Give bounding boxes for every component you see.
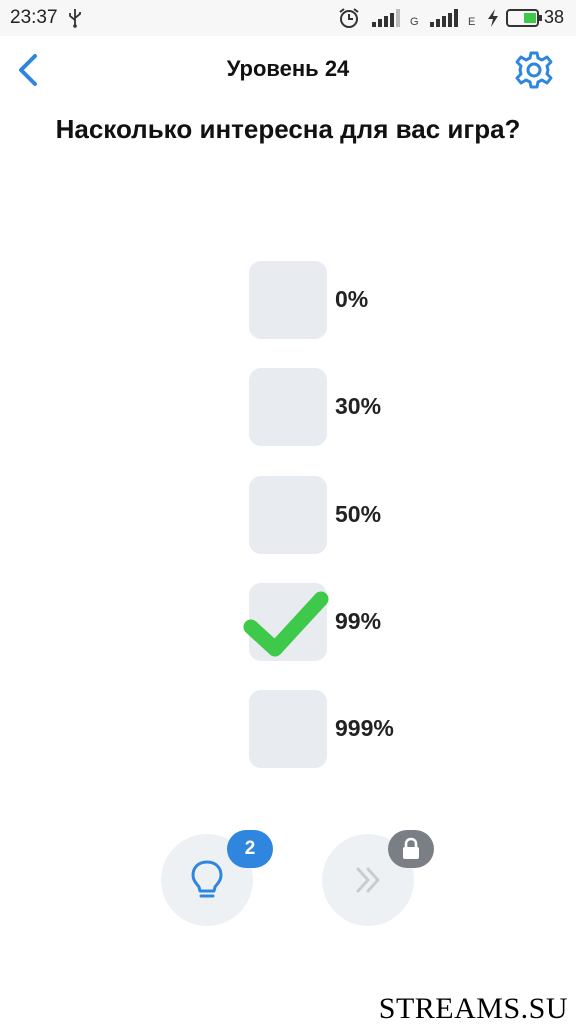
option-label: 0%: [335, 286, 369, 312]
option-label: 99%: [335, 608, 382, 634]
game-screen: 23:37 G E 38 Уровень 24 Насколько интере…: [0, 0, 576, 1024]
network-type-label: G: [410, 16, 419, 28]
watermark: STREAMS.SU: [378, 992, 568, 1024]
double-chevron-right-icon: [356, 867, 380, 893]
answer-option[interactable]: 30%: [249, 368, 449, 446]
answer-option[interactable]: 0%: [249, 261, 449, 339]
checkbox[interactable]: [249, 690, 327, 768]
charging-bolt-icon: [488, 9, 498, 27]
signal-icon: [430, 9, 458, 27]
checkbox[interactable]: [249, 476, 327, 554]
option-label: 50%: [335, 501, 382, 527]
battery-icon: [506, 9, 542, 27]
battery-level: 38: [544, 7, 565, 27]
answer-option[interactable]: 99%: [243, 583, 449, 661]
gear-icon: [515, 51, 553, 89]
status-time: 23:37: [10, 7, 58, 28]
lightbulb-icon: [191, 860, 223, 898]
checkbox[interactable]: [249, 368, 327, 446]
checkbox[interactable]: [249, 583, 327, 661]
alarm-icon: [339, 8, 359, 28]
option-label: 30%: [335, 393, 382, 419]
lock-icon: [403, 837, 419, 859]
checkbox[interactable]: [249, 261, 327, 339]
usb-icon: [69, 9, 81, 28]
status-bar: 23:37 G E 38: [0, 0, 576, 36]
signal-icon: [372, 9, 400, 27]
question-text: Насколько интересна для вас игра?: [55, 114, 521, 144]
hint-count-badge: 2: [227, 830, 273, 868]
answer-option[interactable]: 999%: [249, 690, 449, 768]
option-label: 999%: [335, 715, 394, 741]
lock-badge: [388, 830, 434, 868]
answer-option[interactable]: 50%: [249, 476, 449, 554]
network-type-label: E: [468, 16, 476, 28]
level-title: Уровень 24: [226, 56, 350, 81]
settings-button[interactable]: [512, 48, 556, 92]
